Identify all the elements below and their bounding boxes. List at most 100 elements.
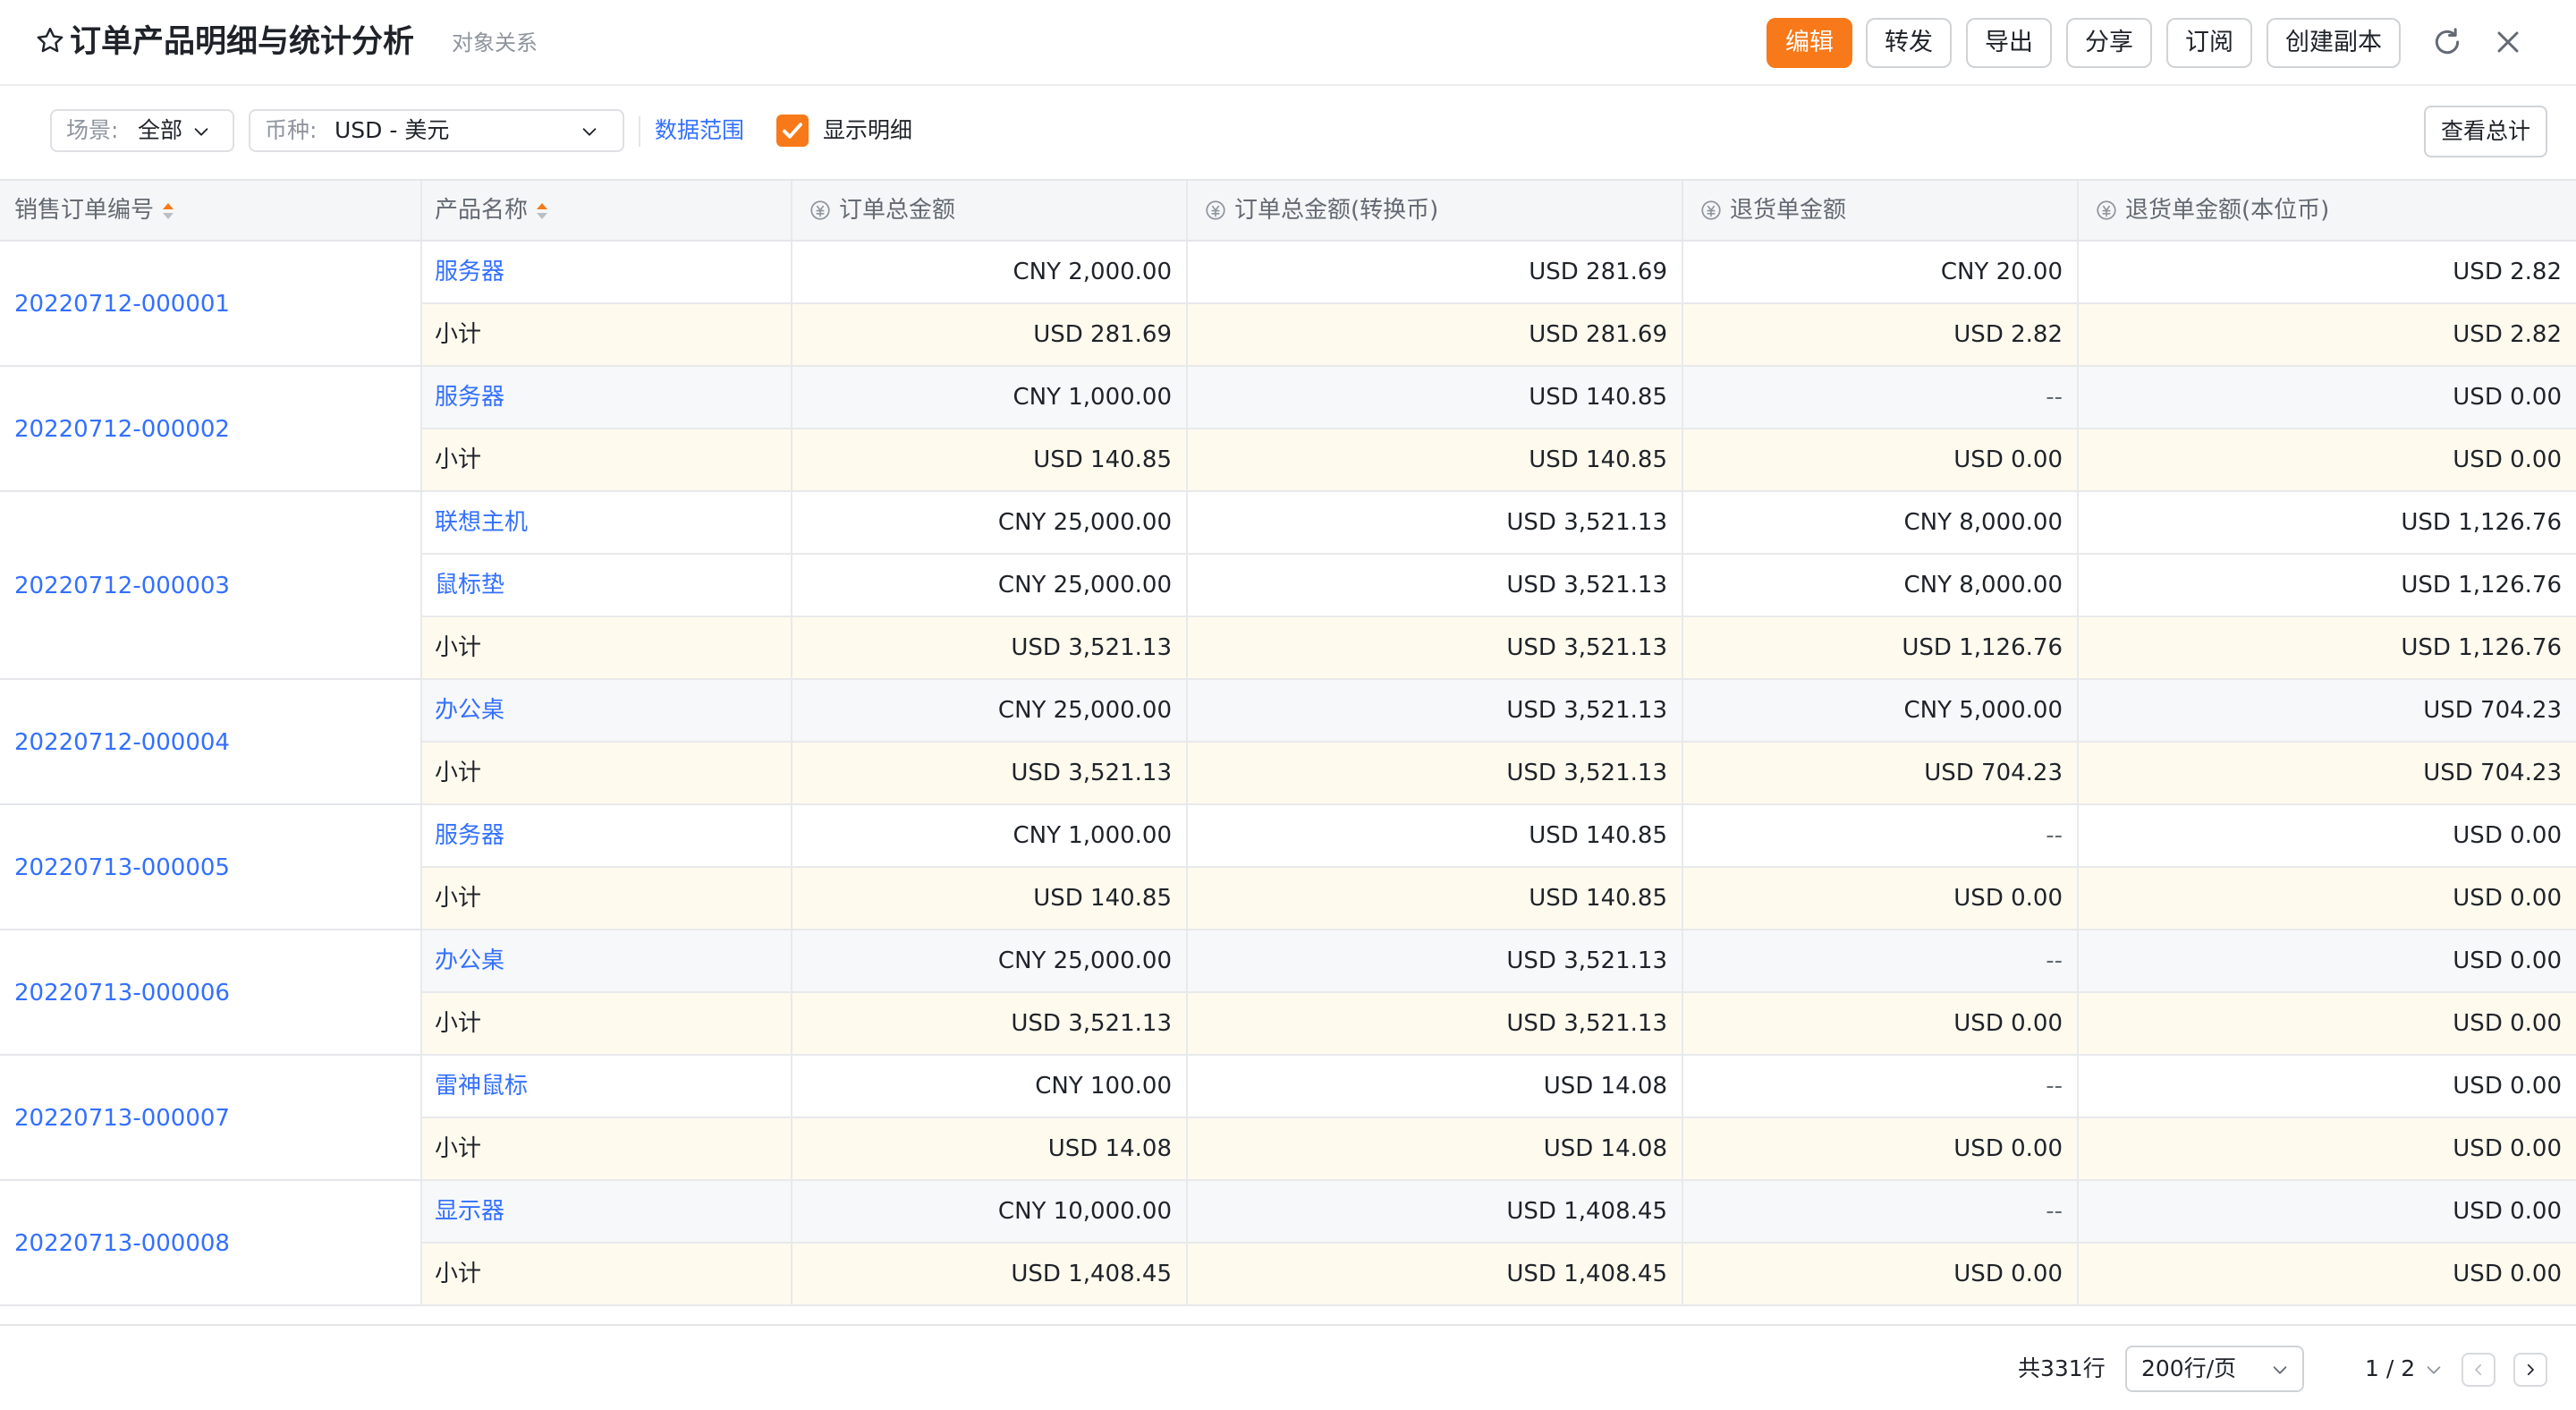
table-row: 鼠标垫 CNY 25,000.00 USD 3,521.13 CNY 8,000.00…: [422, 555, 2576, 617]
order-id-link[interactable]: 20220713-000008: [14, 1227, 230, 1260]
column-label: 销售订单编号: [14, 197, 155, 224]
order-group: 20220712-000003 联想主机 CNY 25,000.00 USD 3,52…: [0, 492, 2576, 680]
amount-cell: USD 0.00: [2453, 822, 2562, 849]
star-icon[interactable]: [34, 25, 66, 57]
amount-cell: USD 281.69: [1188, 304, 1683, 365]
amount-cell: USD 0.00: [1683, 429, 2079, 490]
subtotal-label: 小计: [422, 429, 792, 490]
amount-cell: USD 704.23: [2423, 697, 2562, 724]
product-name-link[interactable]: 办公桌: [422, 930, 792, 991]
order-id-cell: 20220713-000005: [0, 805, 422, 930]
product-name-link[interactable]: 服务器: [422, 805, 792, 866]
amount-cell: USD 140.85: [1188, 429, 1683, 490]
order-id-link[interactable]: 20220712-000003: [14, 570, 230, 602]
page-header: 订单产品明细与统计分析 对象关系 编辑 转发 导出 分享 订阅 创建副本: [0, 0, 2576, 86]
chevron-down-icon[interactable]: [2424, 1360, 2444, 1380]
amount-cell: CNY 100.00: [792, 1056, 1188, 1117]
subtotal-label: 小计: [422, 743, 792, 803]
amount-cell: CNY 1,000.00: [792, 367, 1188, 428]
product-name-link[interactable]: 雷神鼠标: [422, 1056, 792, 1117]
column-header-order-total[interactable]: 订单总金额: [792, 181, 1188, 240]
amount-cell: CNY 1,000.00: [792, 805, 1188, 866]
product-name-link[interactable]: 鼠标垫: [422, 555, 792, 616]
scene-dropdown[interactable]: 场景: 全部: [50, 109, 234, 152]
amount-cell: CNY 5,000.00: [1683, 680, 2079, 741]
amount-cell: USD 3,521.13: [1188, 680, 1683, 741]
amount-cell: USD 3,521.13: [1188, 492, 1683, 553]
amount-cell: CNY 25,000.00: [792, 492, 1188, 553]
currency-dropdown[interactable]: 币种: USD - 美元: [249, 109, 624, 152]
share-button[interactable]: 分享: [2066, 18, 2152, 68]
amount-cell: USD 140.85: [1188, 367, 1683, 428]
order-id-cell: 20220712-000001: [0, 242, 422, 367]
column-header-order-id[interactable]: 销售订单编号: [0, 181, 422, 240]
sort-icon[interactable]: [535, 200, 549, 222]
forward-button[interactable]: 转发: [1866, 18, 1952, 68]
amount-cell: USD 3,521.13: [1188, 743, 1683, 803]
order-id-link[interactable]: 20220713-000007: [14, 1102, 230, 1134]
amount-cell: USD 140.85: [792, 868, 1188, 929]
table-row: 显示器 CNY 10,000.00 USD 1,408.45 -- USD 0.00: [422, 1181, 2576, 1244]
product-name-link[interactable]: 服务器: [422, 242, 792, 302]
order-id-link[interactable]: 20220712-000002: [14, 413, 230, 446]
product-name-link[interactable]: 联想主机: [422, 492, 792, 553]
column-label: 订单总金额: [839, 197, 956, 224]
object-relation-label: 对象关系: [452, 30, 538, 55]
product-name-link[interactable]: 办公桌: [422, 680, 792, 741]
table-row: 办公桌 CNY 25,000.00 USD 3,521.13 CNY 5,000.00…: [422, 680, 2576, 743]
subscribe-button[interactable]: 订阅: [2166, 18, 2252, 68]
product-name-link[interactable]: 服务器: [422, 367, 792, 428]
export-button[interactable]: 导出: [1966, 18, 2052, 68]
sort-icon[interactable]: [161, 200, 175, 222]
order-id-link[interactable]: 20220713-000006: [14, 977, 230, 1009]
amount-cell: USD 0.00: [2453, 947, 2562, 974]
amount-cell: USD 3,521.13: [1188, 617, 1683, 678]
column-header-return-amount[interactable]: 退货单金额: [1683, 181, 2079, 240]
amount-cell: USD 0.00: [2453, 384, 2562, 411]
data-range-link[interactable]: 数据范围: [655, 113, 744, 149]
view-total-button[interactable]: 查看总计: [2424, 106, 2547, 157]
close-icon[interactable]: [2490, 24, 2526, 60]
refresh-icon[interactable]: [2429, 24, 2465, 60]
currency-icon: [810, 200, 830, 220]
order-id-link[interactable]: 20220712-000001: [14, 288, 230, 320]
amount-cell: USD 0.00: [1683, 1118, 2079, 1179]
edit-button[interactable]: 编辑: [1767, 18, 1852, 68]
amount-cell: USD 3,521.13: [1188, 930, 1683, 991]
show-detail-checkbox[interactable]: [776, 115, 809, 147]
table-header: 销售订单编号 产品名称 订单总金额 订单总金额(转换币) 退货单金额 退货单金额…: [0, 179, 2576, 242]
column-header-return-amount-base[interactable]: 退货单金额(本位币): [2079, 181, 2576, 240]
amount-cell: --: [1683, 1056, 2079, 1117]
amount-cell: --: [1683, 1181, 2079, 1242]
table-row: 服务器 CNY 1,000.00 USD 140.85 -- USD 0.00: [422, 805, 2576, 868]
duplicate-button[interactable]: 创建副本: [2267, 18, 2401, 68]
amount-cell: --: [1683, 805, 2079, 866]
order-id-link[interactable]: 20220712-000004: [14, 726, 230, 759]
subtotal-label: 小计: [422, 617, 792, 678]
chevron-right-icon: [2527, 1363, 2534, 1376]
page-size-select[interactable]: 200行/页: [2125, 1346, 2304, 1392]
product-name-link[interactable]: 显示器: [422, 1181, 792, 1242]
order-group: 20220713-000007 雷神鼠标 CNY 100.00 USD 14.08 --…: [0, 1056, 2576, 1181]
column-label: 产品名称: [435, 197, 529, 224]
page-title: 订单产品明细与统计分析: [70, 24, 415, 60]
show-detail-label[interactable]: 显示明细: [823, 113, 912, 149]
column-header-product-name[interactable]: 产品名称: [422, 181, 792, 240]
amount-cell: USD 140.85: [792, 429, 1188, 490]
table-row: 办公桌 CNY 25,000.00 USD 3,521.13 -- USD 0.00: [422, 930, 2576, 993]
column-header-order-total-converted[interactable]: 订单总金额(转换币): [1188, 181, 1683, 240]
order-id-link[interactable]: 20220713-000005: [14, 852, 230, 884]
prev-page-button[interactable]: [2462, 1353, 2496, 1387]
amount-cell: USD 0.00: [2453, 1135, 2562, 1162]
next-page-button[interactable]: [2513, 1353, 2547, 1387]
order-group: 20220713-000006 办公桌 CNY 25,000.00 USD 3,521…: [0, 930, 2576, 1056]
amount-cell: USD 14.08: [1188, 1118, 1683, 1179]
subtotal-row: 小计 USD 3,521.13 USD 3,521.13 USD 0.00 USD 0.…: [422, 993, 2576, 1056]
toolbar-divider: [639, 116, 640, 147]
amount-cell: USD 3,521.13: [792, 743, 1188, 803]
amount-cell: CNY 10,000.00: [792, 1181, 1188, 1242]
page-indicator[interactable]: 1 / 2: [2365, 1351, 2415, 1387]
filter-toolbar: 场景: 全部 币种: USD - 美元 数据范围 显示明细 查看总计: [0, 86, 2576, 179]
amount-cell: USD 0.00: [2453, 1010, 2562, 1037]
amount-cell: CNY 25,000.00: [792, 555, 1188, 616]
